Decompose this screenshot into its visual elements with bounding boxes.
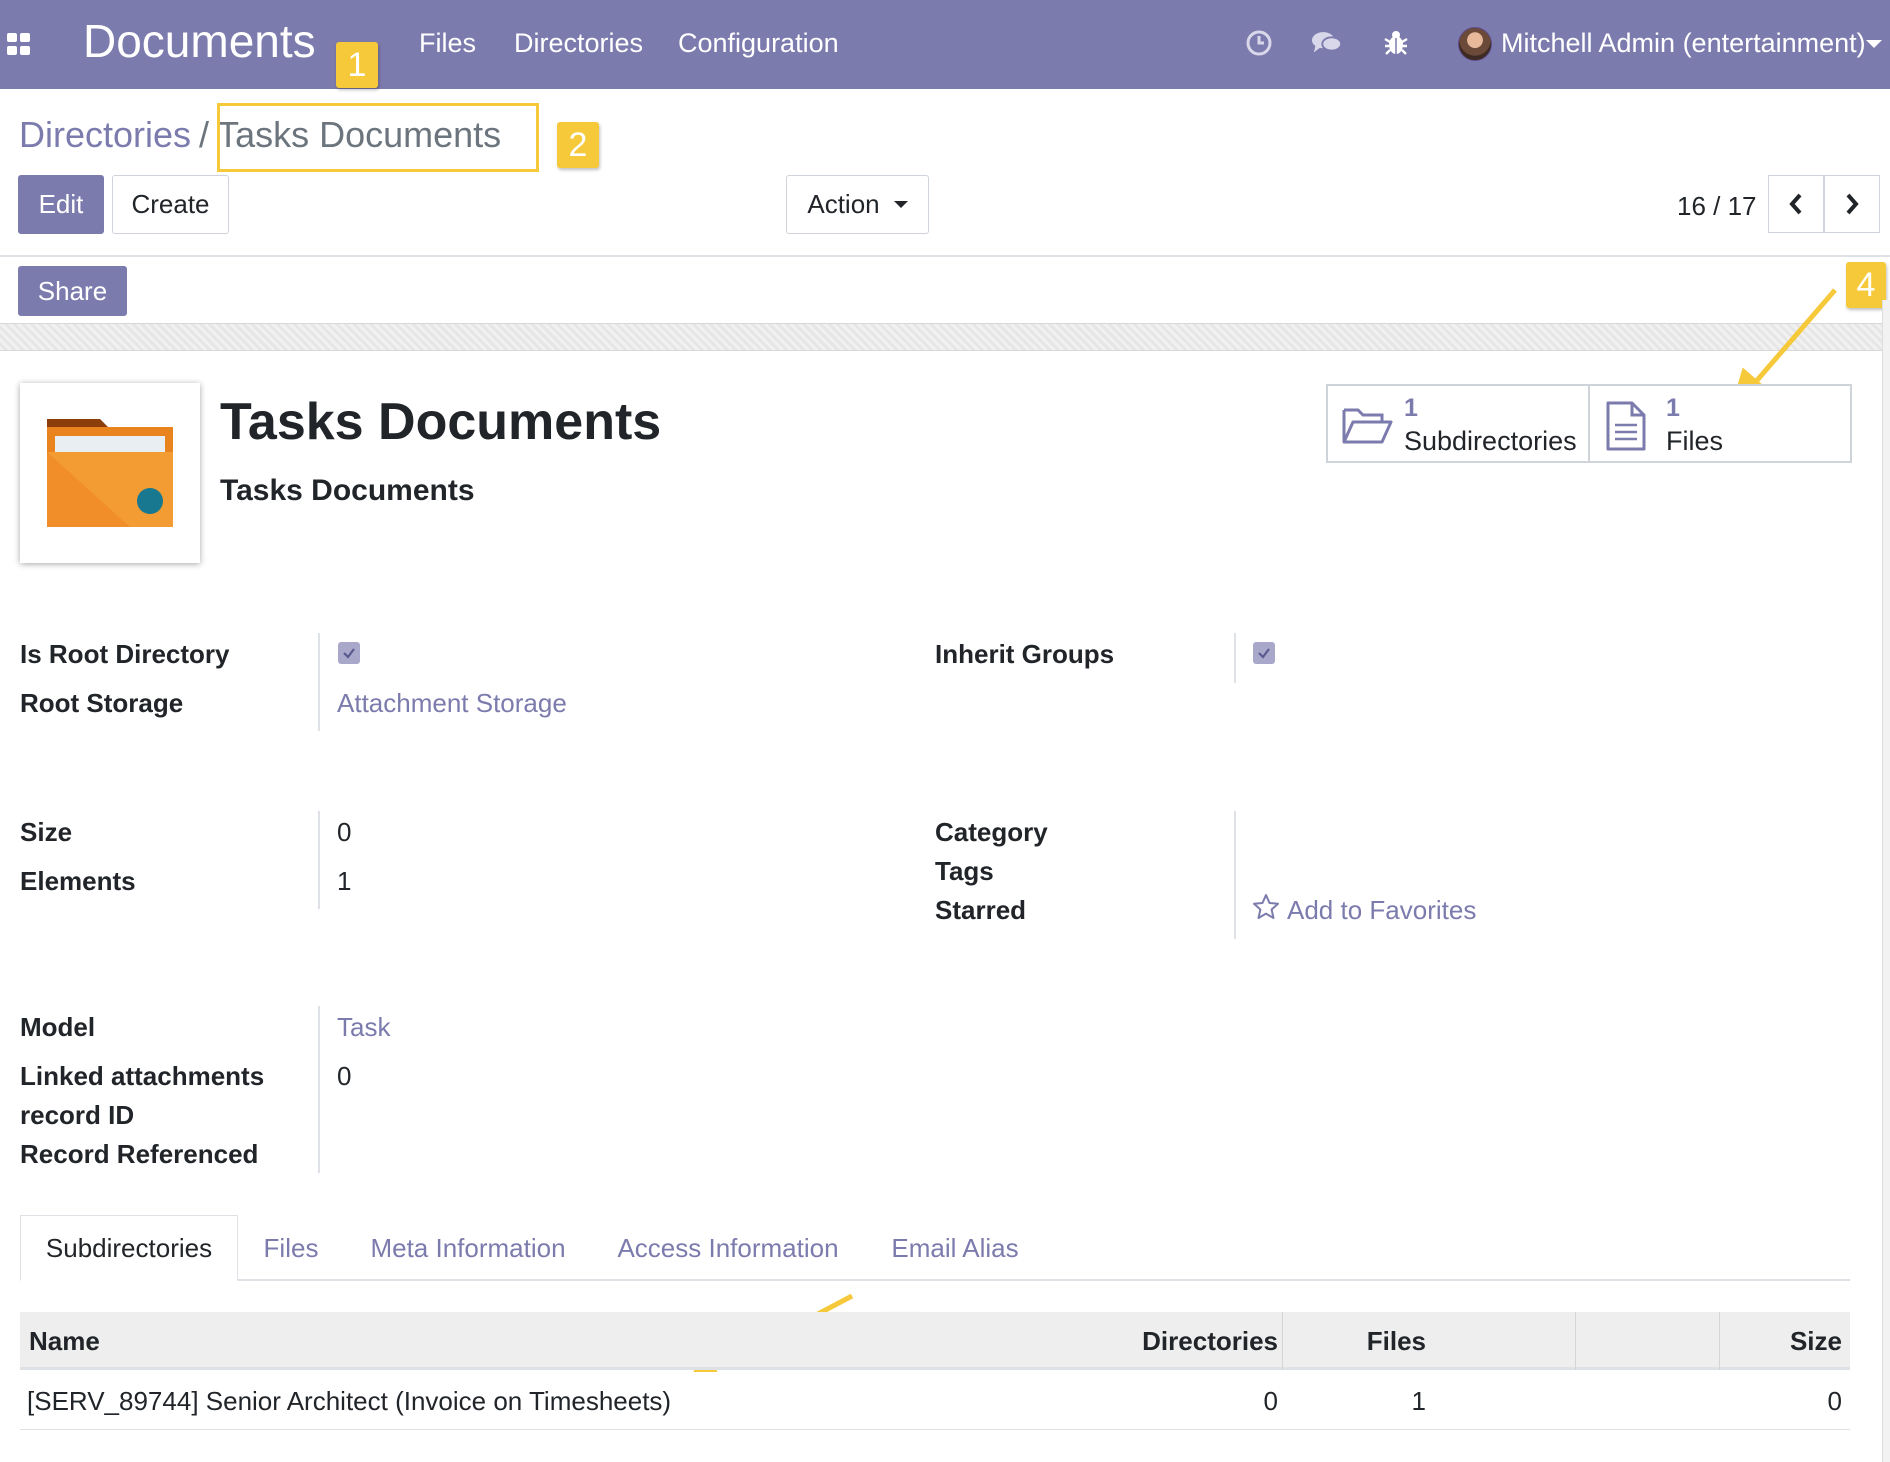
linked-attachments-value: 0 (337, 1061, 352, 1091)
add-to-favorites-link[interactable]: Add to Favorites (1287, 895, 1476, 926)
root-storage-label: Root Storage (20, 688, 184, 718)
linked-attachments-label: Linked attachments (20, 1061, 265, 1091)
record-title[interactable]: Tasks Documents (220, 392, 661, 452)
tab-subdirectories[interactable]: Subdirectories (20, 1215, 238, 1281)
column-header-name[interactable]: Name (29, 1326, 100, 1357)
column-separator (1575, 1312, 1576, 1370)
field-divider (318, 633, 320, 731)
folder-open-icon (1342, 408, 1393, 444)
model-link[interactable]: Task (337, 1012, 390, 1043)
file-text-icon (1606, 401, 1646, 451)
elements-label: Elements (20, 866, 136, 896)
check-icon (343, 648, 355, 659)
column-separator (1719, 1312, 1720, 1370)
model-label: Model (20, 1012, 96, 1042)
field-divider (318, 1006, 320, 1173)
tab-meta-information[interactable]: Meta Information (360, 1215, 576, 1281)
row-name[interactable]: [SERV_89744] Senior Architect (Invoice o… (27, 1386, 671, 1417)
subdirectories-stat-button[interactable]: 1 Subdirectories (1326, 384, 1590, 463)
star-outline-icon[interactable] (1252, 893, 1280, 921)
column-separator (1282, 1312, 1283, 1370)
linked-attachments-label-line2: record ID (20, 1100, 135, 1130)
size-value: 0 (337, 817, 352, 847)
tab-email-alias[interactable]: Email Alias (880, 1215, 1030, 1281)
tab-access-information[interactable]: Access Information (606, 1215, 850, 1281)
category-label: Category (935, 817, 1048, 847)
files-stat-button[interactable]: 1 Files (1588, 384, 1852, 463)
files-label: Files (1666, 426, 1724, 456)
column-header-files[interactable]: Files (1367, 1326, 1426, 1357)
inherit-groups-label: Inherit Groups (935, 639, 1115, 669)
row-directories: 0 (1263, 1386, 1278, 1416)
row-files: 1 (1411, 1386, 1426, 1416)
inherit-groups-checkbox[interactable] (1253, 642, 1275, 664)
tab-files[interactable]: Files (248, 1215, 334, 1281)
size-label: Size (20, 817, 73, 847)
check-icon (1258, 648, 1270, 659)
elements-value: 1 (337, 866, 352, 896)
table-row[interactable]: [SERV_89744] Senior Architect (Invoice o… (20, 1372, 1850, 1430)
subdirectories-label: Subdirectories (1404, 426, 1577, 456)
field-divider (318, 811, 320, 909)
root-storage-link[interactable]: Attachment Storage (337, 688, 567, 719)
record-subtitle: Tasks Documents (220, 474, 475, 507)
folder-image[interactable] (20, 383, 200, 563)
arrow-4-line (1751, 288, 1837, 387)
record-referenced-label: Record Referenced (20, 1139, 259, 1169)
folder-illustration-icon (47, 419, 173, 527)
is-root-directory-checkbox[interactable] (338, 642, 360, 664)
files-count: 1 (1666, 394, 1680, 422)
column-header-size[interactable]: Size (1790, 1326, 1850, 1357)
column-header-directories[interactable]: Directories (1142, 1326, 1278, 1357)
field-divider (1234, 811, 1236, 939)
is-root-directory-label: Is Root Directory (20, 639, 230, 669)
row-size: 0 (1827, 1386, 1842, 1416)
table-header: Name Directories Files Size (20, 1312, 1850, 1370)
tags-label: Tags (935, 856, 994, 886)
starred-label: Starred (935, 895, 1027, 925)
field-divider (1234, 633, 1236, 683)
subdirectories-count: 1 (1404, 394, 1418, 422)
